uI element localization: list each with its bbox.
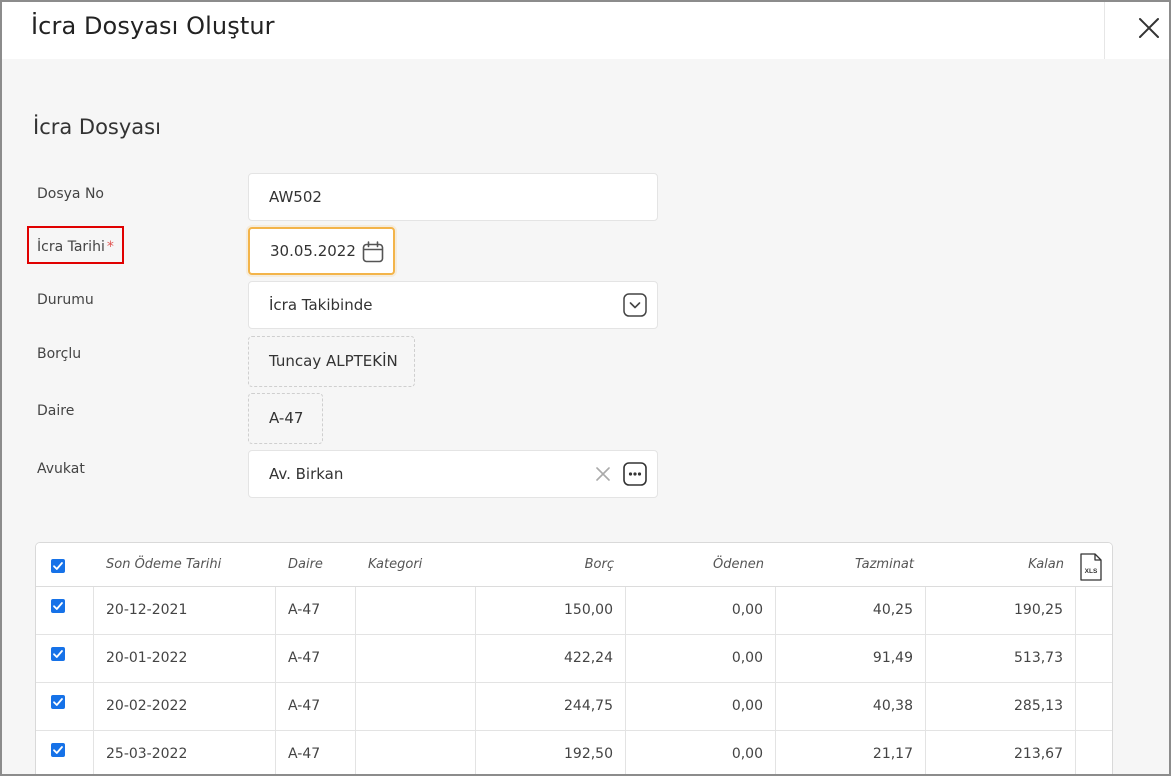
cell-kategori: [355, 683, 475, 731]
avukat-value: Av. Birkan: [269, 465, 344, 483]
xls-export-button[interactable]: XLS: [1080, 553, 1102, 585]
cell-daire: A-47: [275, 635, 355, 683]
header-daire[interactable]: Daire: [288, 543, 323, 587]
row-checkbox[interactable]: [51, 695, 65, 709]
avukat-input[interactable]: Av. Birkan: [248, 450, 658, 498]
cell-tazminat: 91,49: [775, 635, 925, 683]
borclu-value: Tuncay ALPTEKİN: [269, 352, 398, 370]
cell-daire: A-47: [275, 683, 355, 731]
cell-son-odeme-tarihi: 20-02-2022: [93, 683, 275, 731]
icra-tarihi-date-input[interactable]: 30.05.2022: [248, 227, 395, 275]
dialog-title: İcra Dosyası Oluştur: [31, 12, 275, 40]
row-empty-cell: [1075, 731, 1112, 774]
row-checkbox[interactable]: [51, 647, 65, 661]
row-checkbox[interactable]: [51, 599, 65, 613]
xls-export-label: XLS: [1085, 568, 1098, 575]
cell-tazminat: 40,38: [775, 683, 925, 731]
cell-kalan: 513,73: [925, 635, 1075, 683]
create-enforcement-file-dialog: İcra Dosyası Oluştur İcra Dosyası Dosya …: [0, 0, 1171, 776]
cell-borc: 244,75: [475, 683, 625, 731]
cell-kalan: 285,13: [925, 683, 1075, 731]
header-kategori[interactable]: Kategori: [368, 543, 422, 587]
table-header: Son Ödeme Tarihi Daire Kategori Borç Öde…: [36, 543, 1112, 587]
close-icon: [1139, 18, 1159, 38]
header-borc[interactable]: Borç: [474, 543, 614, 587]
cell-tazminat: 40,25: [775, 587, 925, 635]
cell-odenen: 0,00: [625, 683, 775, 731]
table-row[interactable]: 20-01-2022 A-47 422,24 0,00 91,49 513,73: [36, 635, 1112, 683]
table-row[interactable]: 25-03-2022 A-47 192,50 0,00 21,17 213,67: [36, 731, 1112, 774]
cell-odenen: 0,00: [625, 731, 775, 774]
clear-x-icon[interactable]: [596, 467, 610, 481]
daire-value: A-47: [269, 409, 304, 427]
borclu-label: Borçlu: [37, 346, 82, 362]
dosya-no-value: AW502: [269, 188, 322, 206]
dosya-no-input[interactable]: AW502: [248, 173, 658, 221]
required-star: *: [106, 239, 114, 255]
cell-odenen: 0,00: [625, 635, 775, 683]
cell-borc: 192,50: [475, 731, 625, 774]
durumu-select[interactable]: İcra Takibinde: [248, 281, 658, 329]
table-row[interactable]: 20-02-2022 A-47 244,75 0,00 40,38 285,13: [36, 683, 1112, 731]
row-select-cell: [36, 587, 93, 635]
borclu-field: Tuncay ALPTEKİN: [248, 336, 415, 387]
calendar-icon[interactable]: [362, 241, 384, 263]
chevron-down-icon[interactable]: [623, 293, 647, 317]
cell-son-odeme-tarihi: 25-03-2022: [93, 731, 275, 774]
row-select-cell: [36, 635, 93, 683]
cell-daire: A-47: [275, 731, 355, 774]
cell-kategori: [355, 587, 475, 635]
icra-tarihi-label: İcra Tarihi *: [37, 239, 114, 255]
cell-kategori: [355, 731, 475, 774]
durumu-value: İcra Takibinde: [269, 296, 373, 314]
icra-tarihi-value: 30.05.2022: [270, 242, 356, 260]
row-checkbox[interactable]: [51, 743, 65, 757]
cell-borc: 150,00: [475, 587, 625, 635]
row-empty-cell: [1075, 683, 1112, 731]
durumu-label: Durumu: [37, 292, 94, 308]
payments-table: Son Ödeme Tarihi Daire Kategori Borç Öde…: [35, 542, 1113, 774]
row-empty-cell: [1075, 635, 1112, 683]
row-empty-cell: [1075, 587, 1112, 635]
cell-odenen: 0,00: [625, 587, 775, 635]
cell-kategori: [355, 635, 475, 683]
more-dots-icon[interactable]: [623, 462, 647, 486]
cell-borc: 422,24: [475, 635, 625, 683]
cell-tazminat: 21,17: [775, 731, 925, 774]
cell-son-odeme-tarihi: 20-01-2022: [93, 635, 275, 683]
xls-export-icon: XLS: [1080, 553, 1102, 581]
section-title: İcra Dosyası: [33, 115, 161, 139]
header-kalan[interactable]: Kalan: [924, 543, 1064, 587]
cell-daire: A-47: [275, 587, 355, 635]
select-all-checkbox[interactable]: [51, 559, 65, 573]
avukat-label: Avukat: [37, 461, 85, 477]
cell-son-odeme-tarihi: 20-12-2021: [93, 587, 275, 635]
row-select-cell: [36, 683, 93, 731]
header-son-odeme-tarihi[interactable]: Son Ödeme Tarihi: [106, 543, 221, 587]
table-row[interactable]: 20-12-2021 A-47 150,00 0,00 40,25 190,25: [36, 587, 1112, 635]
daire-field: A-47: [248, 393, 323, 444]
dialog-titlebar: İcra Dosyası Oluştur: [2, 2, 1169, 59]
header-tazminat[interactable]: Tazminat: [774, 543, 914, 587]
dosya-no-label: Dosya No: [37, 186, 104, 202]
cell-kalan: 190,25: [925, 587, 1075, 635]
daire-label: Daire: [37, 403, 75, 419]
header-odenen[interactable]: Ödenen: [624, 543, 764, 587]
cell-kalan: 213,67: [925, 731, 1075, 774]
close-button[interactable]: [1104, 2, 1169, 59]
icra-tarihi-label-text: İcra Tarihi: [37, 239, 105, 255]
row-select-cell: [36, 731, 93, 774]
